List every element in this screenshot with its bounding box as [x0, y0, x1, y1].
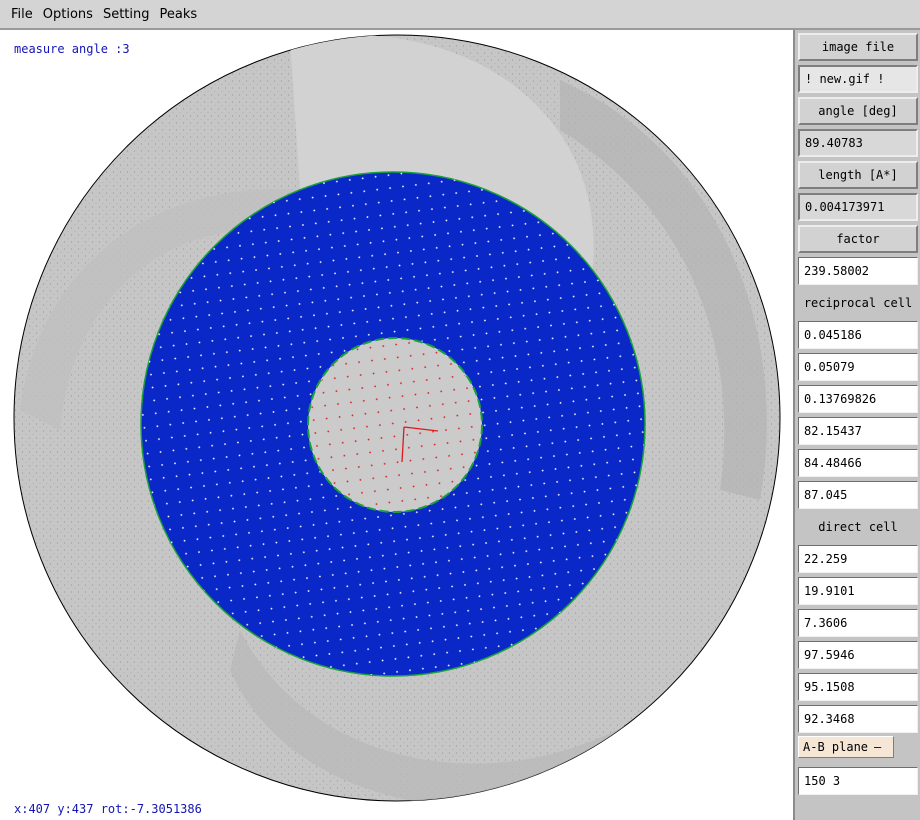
angle-label: angle [deg]	[798, 97, 918, 125]
reciprocal-beta-input[interactable]: 84.48466	[798, 449, 918, 477]
factor-input[interactable]: 239.58002	[798, 257, 918, 285]
direct-b-input[interactable]: 19.9101	[798, 577, 918, 605]
direct-c-input[interactable]: 7.3606	[798, 609, 918, 637]
menu-bar: File Options Setting Peaks	[0, 0, 920, 30]
menu-setting[interactable]: Setting	[98, 7, 155, 22]
direct-a-input[interactable]: 22.259	[798, 545, 918, 573]
reciprocal-alpha-input[interactable]: 82.15437	[798, 417, 918, 445]
length-label: length [A*]	[798, 161, 918, 189]
image-file-display: ! new.gif !	[798, 65, 918, 93]
reciprocal-a-input[interactable]: 0.045186	[798, 321, 918, 349]
length-value: 0.004173971	[798, 193, 918, 221]
reciprocal-b-input[interactable]: 0.05079	[798, 353, 918, 381]
menu-peaks[interactable]: Peaks	[155, 7, 203, 22]
angle-value: 89.40783	[798, 129, 918, 157]
factor-button[interactable]: factor	[798, 225, 918, 253]
reciprocal-c-input[interactable]: 0.13769826	[798, 385, 918, 413]
direct-cell-heading: direct cell	[818, 520, 898, 534]
image-file-button[interactable]: image file	[798, 33, 918, 61]
menu-options[interactable]: Options	[38, 7, 98, 22]
reciprocal-gamma-input[interactable]: 87.045	[798, 481, 918, 509]
menu-file[interactable]: File	[6, 7, 38, 22]
diffraction-canvas[interactable]: measure angle :3 x:407 y:437 rot:-7.3051…	[0, 30, 793, 820]
dropdown-indicator-icon: —	[874, 740, 882, 754]
center-beamstop-disc	[307, 337, 483, 513]
bottom-input[interactable]: 150 3	[798, 767, 918, 795]
plane-select-label: A-B plane	[803, 740, 869, 754]
cursor-status-readout: x:407 y:437 rot:-7.3051386	[14, 802, 202, 816]
direct-gamma-input[interactable]: 92.3468	[798, 705, 918, 733]
side-panel: image file ! new.gif ! angle [deg] 89.40…	[793, 30, 920, 820]
reciprocal-cell-heading: reciprocal cell	[803, 296, 913, 310]
direct-beta-input[interactable]: 95.1508	[798, 673, 918, 701]
measure-mode-label: measure angle :3	[14, 42, 130, 56]
plane-select[interactable]: A-B plane —	[798, 736, 894, 758]
diffraction-image[interactable]	[0, 30, 793, 820]
direct-alpha-input[interactable]: 97.5946	[798, 641, 918, 669]
